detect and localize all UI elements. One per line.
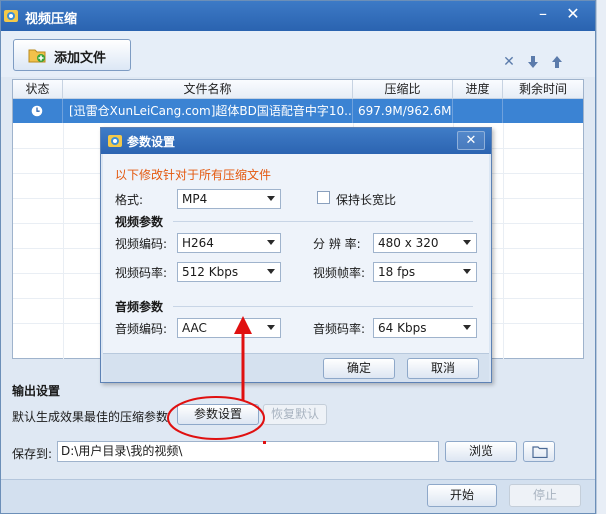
delete-icon[interactable]: ✕ [501,55,517,69]
file-name-cell: [迅雷仓XunLeiCang.com]超体BD国语配音中字10... [63,99,353,123]
background-window-edge [596,0,606,514]
dialog-close-icon[interactable]: ✕ [457,131,485,150]
video-codec-select[interactable]: H264 [177,233,281,253]
browse-button[interactable]: 浏览 [445,441,517,462]
group-divider [173,306,473,307]
audio-bitrate-value: 64 Kbps [378,321,427,335]
framerate-select[interactable]: 18 fps [373,262,477,282]
video-params-title: 视频参数 [115,215,164,229]
stop-button[interactable]: 停止 [509,484,581,507]
table-row[interactable]: [迅雷仓XunLeiCang.com]超体BD国语配音中字10... 697.9… [13,99,583,123]
minimize-icon[interactable]: – [531,4,555,26]
params-settings-dialog: 参数设置 ✕ 以下修改针对于所有压缩文件 格式: MP4 保持长宽比 视频参数 … [100,127,492,383]
status-cell [13,99,63,123]
column-header-ratio[interactable]: 压缩比 [353,80,453,99]
audio-params-title: 音频参数 [115,300,164,314]
video-bitrate-label: 视频码率: [115,266,168,280]
audio-bitrate-label: 音频码率: [313,322,366,336]
app-icon [108,135,122,147]
add-folder-icon [28,49,46,63]
output-settings-description: 默认生成效果最佳的压缩参数 [12,410,169,424]
video-codec-value: H264 [182,236,214,250]
resolution-label: 分 辨 率: [313,237,361,251]
framerate-label: 视频帧率: [313,266,366,280]
video-codec-label: 视频编码: [115,237,168,251]
remaining-cell [503,99,583,123]
dialog-body: 以下修改针对于所有压缩文件 格式: MP4 保持长宽比 视频参数 视频编码: H… [103,154,489,380]
progress-cell [453,99,503,123]
dialog-note: 以下修改针对于所有压缩文件 [115,168,272,182]
folder-icon [532,446,548,458]
chevron-down-icon [463,325,471,330]
params-settings-button[interactable]: 参数设置 [177,404,259,425]
app-icon [4,10,18,22]
bottom-bar: 开始 停止 [1,479,595,513]
dialog-footer: 确定 取消 [103,353,489,382]
chevron-down-icon [463,240,471,245]
resolution-select[interactable]: 480 x 320 [373,233,477,253]
chevron-down-icon [267,325,275,330]
column-header-remaining[interactable]: 剩余时间 [503,80,583,99]
chevron-down-icon [267,269,275,274]
dialog-title: 参数设置 [127,135,176,149]
video-bitrate-select[interactable]: 512 Kbps [177,262,281,282]
move-up-icon[interactable] [549,55,565,69]
file-list-header: 状态 文件名称 压缩比 进度 剩余时间 [13,80,583,99]
output-settings-title: 输出设置 [12,384,61,398]
column-header-status[interactable]: 状态 [13,80,63,99]
keep-ratio-checkbox[interactable] [317,191,330,204]
keep-ratio-label: 保持长宽比 [336,193,397,207]
title-bar: 视频压缩 – ✕ [1,1,595,31]
chevron-down-icon [267,196,275,201]
close-icon[interactable]: ✕ [561,4,585,26]
format-label: 格式: [115,193,144,207]
column-divider [503,123,504,359]
column-header-name[interactable]: 文件名称 [63,80,353,99]
window-title: 视频压缩 [25,12,78,27]
open-folder-button[interactable] [523,441,555,462]
cancel-button[interactable]: 取消 [407,358,479,379]
toolbar: 添加文件 ✕ [1,31,595,77]
dialog-title-bar: 参数设置 ✕ [101,128,491,154]
video-bitrate-value: 512 Kbps [182,265,239,279]
start-button[interactable]: 开始 [427,484,497,507]
move-down-icon[interactable] [525,55,541,69]
format-select[interactable]: MP4 [177,189,281,209]
audio-bitrate-select[interactable]: 64 Kbps [373,318,477,338]
chevron-down-icon [463,269,471,274]
clock-icon [31,105,43,117]
add-file-button[interactable]: 添加文件 [13,39,131,71]
framerate-value: 18 fps [378,265,416,279]
chevron-down-icon [267,240,275,245]
column-header-progress[interactable]: 进度 [453,80,503,99]
ratio-cell: 697.9M/962.6M [353,99,453,123]
ok-button[interactable]: 确定 [323,358,395,379]
audio-codec-value: AAC [182,321,207,335]
resolution-value: 480 x 320 [378,236,439,250]
group-divider [173,221,473,222]
format-value: MP4 [182,192,208,206]
save-to-label: 保存到: [12,447,53,461]
column-divider [63,123,64,359]
restore-default-button[interactable]: 恢复默认 [263,404,327,425]
audio-codec-select[interactable]: AAC [177,318,281,338]
save-path-field[interactable]: D:\用户目录\我的视频\ [57,441,439,462]
add-file-label: 添加文件 [54,51,107,66]
audio-codec-label: 音频编码: [115,322,168,336]
